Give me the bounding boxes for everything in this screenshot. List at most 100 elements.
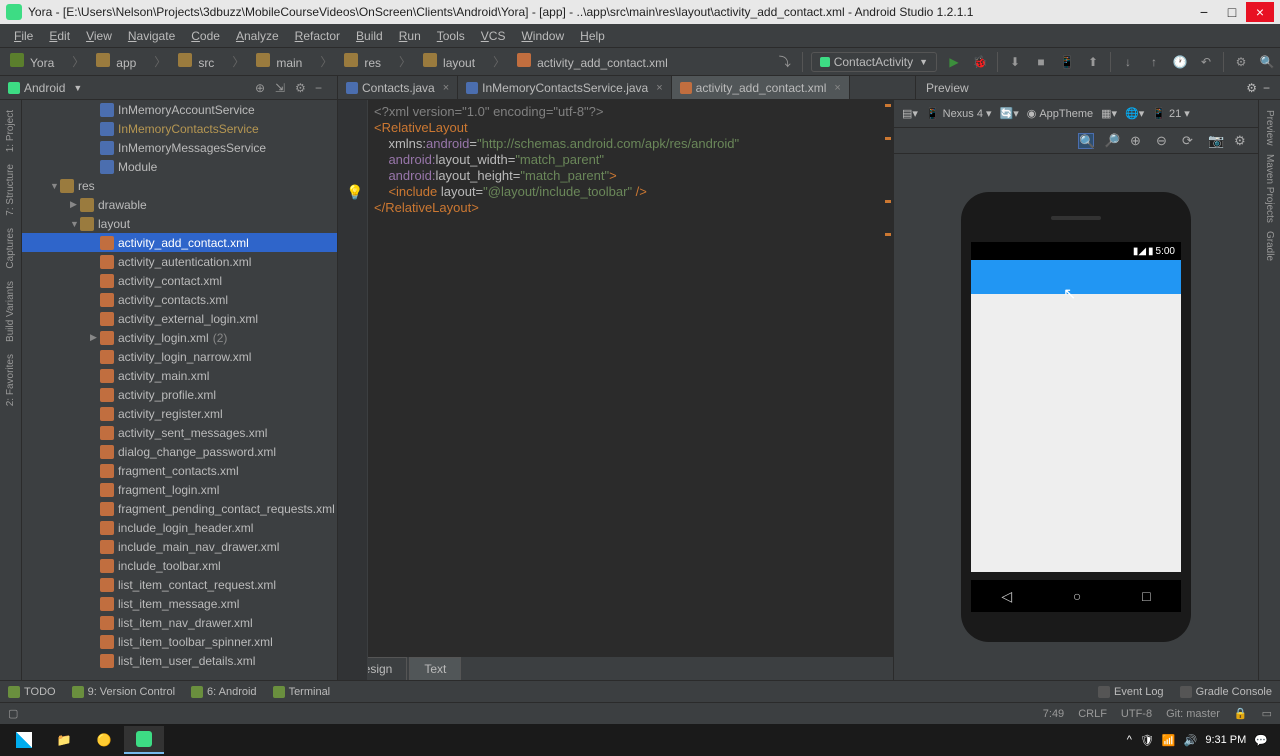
tree-item[interactable]: ▼res bbox=[22, 176, 337, 195]
tree-item[interactable]: ▶activity_login.xml(2) bbox=[22, 328, 337, 347]
tool-window-tab[interactable]: 1: Project bbox=[5, 106, 16, 156]
notifications-icon[interactable]: 💬 bbox=[1254, 734, 1268, 747]
device-screen[interactable]: ▮◢ ▮ 5:00 ↖ bbox=[971, 242, 1181, 572]
vcs-history-icon[interactable]: 🕐 bbox=[1171, 53, 1189, 71]
menu-run[interactable]: Run bbox=[391, 27, 429, 45]
tree-item[interactable]: dialog_change_password.xml bbox=[22, 442, 337, 461]
tree-item[interactable]: fragment_pending_contact_requests.xml bbox=[22, 499, 337, 518]
android-studio-task[interactable] bbox=[124, 726, 164, 754]
breadcrumb-item[interactable]: src bbox=[192, 54, 220, 72]
locale-icon[interactable]: 🌐▾ bbox=[1125, 107, 1144, 120]
collapse-all-icon[interactable]: ⇲ bbox=[275, 81, 289, 95]
settings-icon[interactable]: ⚙ bbox=[1234, 133, 1250, 149]
code-line[interactable]: xmlns:android="http://schemas.android.co… bbox=[374, 136, 893, 152]
gear-icon[interactable]: ⚙ bbox=[1246, 81, 1257, 95]
code-line[interactable]: </RelativeLayout> bbox=[374, 200, 893, 216]
menu-file[interactable]: File bbox=[6, 27, 41, 45]
make-project-icon[interactable]: ⤵ bbox=[776, 53, 794, 71]
breadcrumb-item[interactable]: main bbox=[270, 54, 308, 72]
avd-icon[interactable]: 📱 bbox=[1058, 53, 1076, 71]
git-branch[interactable]: Git: master bbox=[1166, 708, 1220, 720]
tree-item[interactable]: activity_autentication.xml bbox=[22, 252, 337, 271]
tree-item[interactable]: InMemoryMessagesService bbox=[22, 138, 337, 157]
tree-item[interactable]: include_main_nav_drawer.xml bbox=[22, 537, 337, 556]
close-tab-icon[interactable]: × bbox=[834, 82, 840, 94]
tool-window-tab[interactable]: Build Variants bbox=[5, 277, 16, 346]
code-line[interactable]: <RelativeLayout bbox=[374, 120, 893, 136]
screenshot-icon[interactable]: 📷 bbox=[1208, 133, 1224, 149]
theme-select[interactable]: ◉AppTheme bbox=[1027, 107, 1093, 120]
bottom-tab[interactable]: Gradle Console bbox=[1180, 686, 1272, 698]
maximize-button[interactable]: □ bbox=[1218, 2, 1246, 22]
editor-tab[interactable]: Contacts.java× bbox=[338, 76, 458, 99]
tree-item[interactable]: include_login_header.xml bbox=[22, 518, 337, 537]
zoom-in-icon[interactable]: ⊕ bbox=[1130, 133, 1146, 149]
tree-item[interactable]: activity_register.xml bbox=[22, 404, 337, 423]
menu-analyze[interactable]: Analyze bbox=[228, 27, 287, 45]
caret-position[interactable]: 7:49 bbox=[1043, 708, 1064, 720]
file-encoding[interactable]: UTF-8 bbox=[1121, 708, 1152, 720]
run-button[interactable]: ▶ bbox=[945, 53, 963, 71]
close-button[interactable]: × bbox=[1246, 2, 1274, 22]
tree-item[interactable]: Module bbox=[22, 157, 337, 176]
hide-icon[interactable]: − bbox=[315, 81, 329, 95]
sdk-icon[interactable]: ⬆ bbox=[1084, 53, 1102, 71]
code-editor[interactable]: 💡 <?xml version="1.0" encoding="utf-8"?>… bbox=[338, 100, 893, 680]
menu-code[interactable]: Code bbox=[183, 27, 228, 45]
menu-help[interactable]: Help bbox=[572, 27, 613, 45]
minimize-button[interactable]: − bbox=[1190, 2, 1218, 22]
intention-bulb-icon[interactable]: 💡 bbox=[346, 184, 363, 201]
tree-item[interactable]: InMemoryContactsService bbox=[22, 119, 337, 138]
zoom-out-icon[interactable]: ⊖ bbox=[1156, 133, 1172, 149]
tree-item[interactable]: activity_external_login.xml bbox=[22, 309, 337, 328]
tool-window-tab[interactable]: Preview bbox=[1264, 106, 1275, 150]
menu-refactor[interactable]: Refactor bbox=[287, 27, 348, 45]
tool-window-tab[interactable]: 2: Favorites bbox=[5, 350, 16, 410]
run-config-select[interactable]: ContactActivity ▼ bbox=[811, 52, 937, 72]
bottom-tab[interactable]: 9: Version Control bbox=[72, 686, 175, 698]
close-tab-icon[interactable]: × bbox=[443, 82, 449, 94]
stop-icon[interactable]: ■ bbox=[1032, 53, 1050, 71]
tool-window-tab[interactable]: 7: Structure bbox=[5, 160, 16, 220]
tool-window-tab[interactable]: Maven Projects bbox=[1264, 150, 1275, 227]
tree-item[interactable]: fragment_login.xml bbox=[22, 480, 337, 499]
menu-window[interactable]: Window bbox=[513, 27, 572, 45]
menu-view[interactable]: View bbox=[78, 27, 120, 45]
tree-item[interactable]: ▼layout bbox=[22, 214, 337, 233]
tree-item[interactable]: activity_sent_messages.xml bbox=[22, 423, 337, 442]
line-separator[interactable]: CRLF bbox=[1078, 708, 1107, 720]
editor-tab[interactable]: activity_add_contact.xml× bbox=[672, 76, 850, 99]
tab-text[interactable]: Text bbox=[409, 657, 461, 680]
memory-indicator[interactable]: ▭ bbox=[1262, 707, 1272, 720]
code-line[interactable]: android:layout_height="match_parent"> bbox=[374, 168, 893, 184]
tree-item[interactable]: activity_add_contact.xml bbox=[22, 233, 337, 252]
bottom-tab[interactable]: Terminal bbox=[273, 686, 331, 698]
tree-item[interactable]: activity_contact.xml bbox=[22, 271, 337, 290]
project-tree[interactable]: InMemoryAccountServiceInMemoryContactsSe… bbox=[22, 100, 338, 680]
project-view-dropdown[interactable]: Android ▼ bbox=[8, 81, 82, 95]
tree-item[interactable]: InMemoryAccountService bbox=[22, 100, 337, 119]
tree-item[interactable]: list_item_message.xml bbox=[22, 594, 337, 613]
bottom-tab[interactable]: Event Log bbox=[1098, 686, 1164, 698]
vcs-update-icon[interactable]: ↓ bbox=[1119, 53, 1137, 71]
breadcrumb-item[interactable]: activity_add_contact.xml bbox=[531, 54, 674, 72]
code-line[interactable]: android:layout_width="match_parent" bbox=[374, 152, 893, 168]
chrome-icon[interactable]: 🟡 bbox=[84, 726, 124, 754]
bottom-tab[interactable]: TODO bbox=[8, 686, 56, 698]
search-icon[interactable]: 🔍 bbox=[1258, 53, 1276, 71]
zoom-actual-icon[interactable]: 🔎 bbox=[1104, 133, 1120, 149]
tray-network-icon[interactable]: 📶 bbox=[1162, 734, 1176, 747]
code-line[interactable]: <include layout="@layout/include_toolbar… bbox=[374, 184, 893, 200]
tree-item[interactable]: ▶drawable bbox=[22, 195, 337, 214]
breadcrumb-item[interactable]: app bbox=[110, 54, 142, 72]
tree-item[interactable]: activity_profile.xml bbox=[22, 385, 337, 404]
revert-icon[interactable]: ↶ bbox=[1197, 53, 1215, 71]
menu-edit[interactable]: Edit bbox=[41, 27, 78, 45]
tool-window-tab[interactable]: Captures bbox=[5, 224, 16, 273]
tool-window-tab[interactable]: Gradle bbox=[1264, 227, 1275, 265]
hide-icon[interactable]: − bbox=[1263, 81, 1270, 95]
tree-item[interactable]: fragment_contacts.xml bbox=[22, 461, 337, 480]
tree-item[interactable]: activity_contacts.xml bbox=[22, 290, 337, 309]
layout-options-icon[interactable]: ▦▾ bbox=[1101, 107, 1117, 120]
menu-navigate[interactable]: Navigate bbox=[120, 27, 183, 45]
